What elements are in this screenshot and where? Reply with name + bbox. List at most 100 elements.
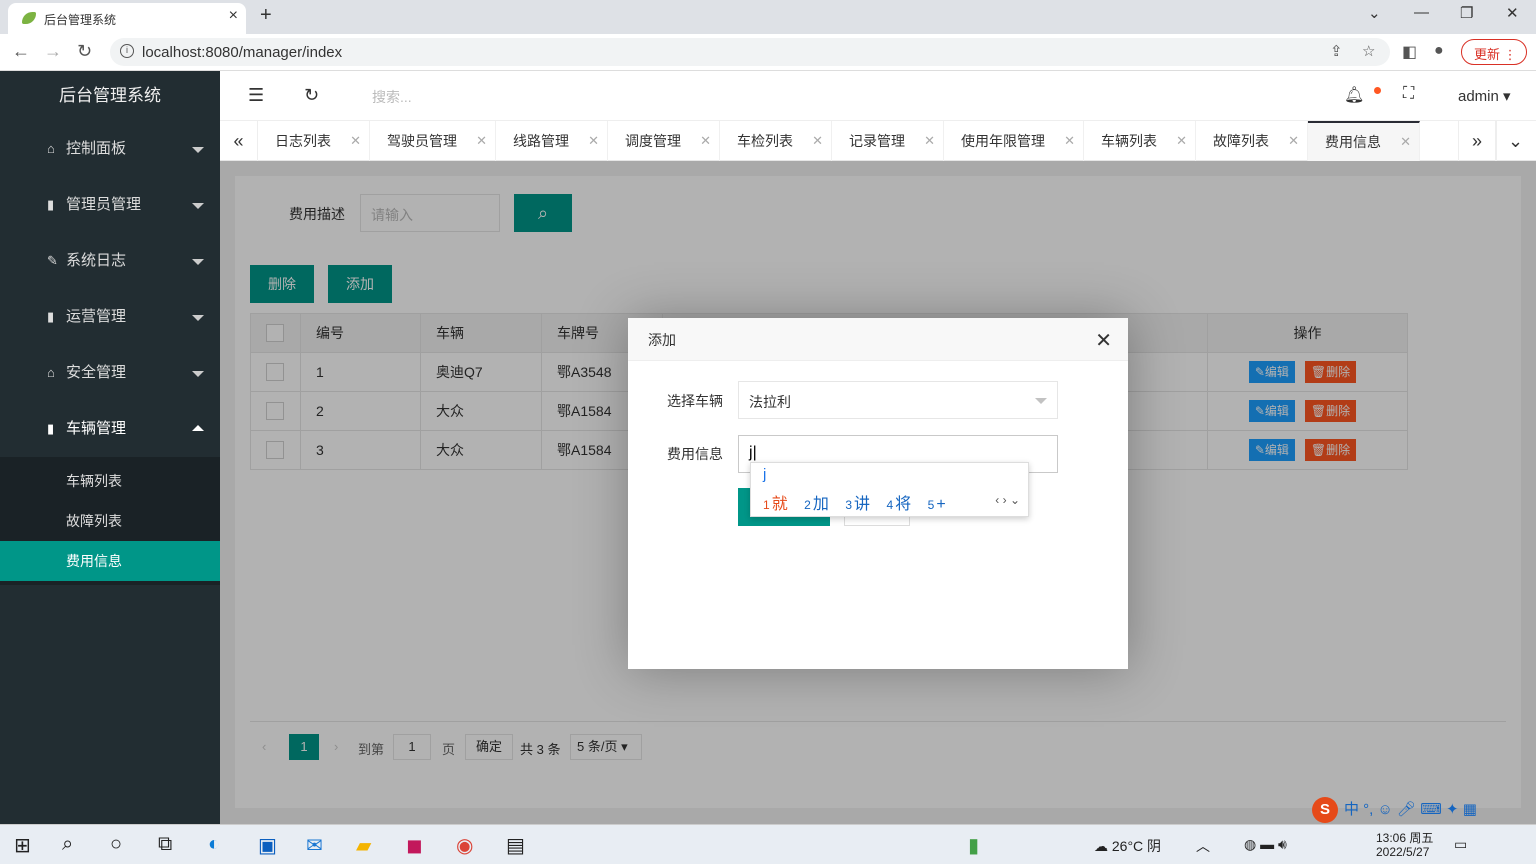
sidebar-item-operations[interactable]: ▮ 运营管理 — [0, 289, 220, 345]
close-icon[interactable]: ✕ — [350, 121, 361, 161]
notification-center-icon[interactable]: ▭ — [1454, 836, 1467, 853]
tray-expand-icon[interactable]: ︿ — [1196, 836, 1210, 856]
close-icon[interactable]: ✕ — [812, 121, 823, 161]
user-menu[interactable]: admin ▾ — [1458, 87, 1511, 105]
close-icon[interactable]: ✕ — [476, 121, 487, 161]
sidebar-item-security[interactable]: ⌂ 安全管理 — [0, 345, 220, 401]
tabs-scroll-left-icon[interactable]: « — [220, 121, 258, 161]
restore-icon[interactable]: ❐ — [1460, 4, 1473, 22]
reload-icon[interactable]: ↻ — [77, 41, 92, 62]
file-explorer-icon[interactable]: ▰ — [356, 833, 371, 858]
caret-down-icon — [192, 259, 204, 265]
tab-vehicle-list[interactable]: 车辆列表 ✕ — [1084, 121, 1196, 161]
back-icon[interactable]: ← — [12, 41, 30, 62]
close-icon[interactable]: ✕ — [1176, 121, 1187, 161]
vehicle-select[interactable]: 法拉利 — [738, 381, 1058, 419]
tab-routes[interactable]: 线路管理 ✕ — [496, 121, 608, 161]
store-icon[interactable]: ▣ — [258, 833, 277, 858]
refresh-icon[interactable]: ↻ — [304, 85, 319, 106]
search-icon[interactable]: ⌕ — [62, 833, 73, 856]
tabs-menu-icon[interactable]: ⌄ — [1496, 121, 1534, 161]
dialog-title: 添加 — [628, 318, 1128, 361]
bookmark-star-icon[interactable]: ☆ — [1362, 42, 1375, 60]
taskbar: ⊞ ⌕ ○ ⧉ ◐ ▣ ✉ ▰ ◼ ◉ ▤ ▮ ☁ 26°C 阴 ︿ ◍ ▬ 🔊… — [0, 824, 1536, 864]
close-icon[interactable]: ✕ — [588, 121, 599, 161]
fullscreen-icon[interactable]: ⛶ — [1403, 85, 1414, 103]
tray-icons[interactable]: ◍ ▬ 🔊︎ — [1244, 836, 1287, 853]
sidebar-item-logs[interactable]: ✎ 系统日志 — [0, 233, 220, 289]
sidebar-subitem-vehicle-list[interactable]: 车辆列表 — [0, 461, 220, 501]
caret-down-icon — [192, 147, 204, 153]
tab-dispatch[interactable]: 调度管理 ✕ — [608, 121, 720, 161]
intellij-icon[interactable]: ◼ — [406, 833, 423, 858]
tab-inspections[interactable]: 车检列表 ✕ — [720, 121, 832, 161]
share-icon[interactable]: ⇪ — [1330, 42, 1343, 60]
tab-log-list[interactable]: 日志列表 ✕ — [258, 121, 370, 161]
weather[interactable]: ☁ 26°C 阴 — [1094, 836, 1161, 856]
tab-label: 故障列表 — [1213, 133, 1269, 149]
browser-tab[interactable]: 后台管理系统 × — [8, 3, 246, 34]
dialog-close-icon[interactable]: ✕ — [1095, 328, 1112, 353]
sidebar-item-vehicles[interactable]: ▮ 车辆管理 — [0, 401, 220, 457]
sidebar-subitem-fee-info[interactable]: 费用信息 — [0, 541, 220, 581]
mail-icon[interactable]: ✉ — [306, 833, 323, 858]
address-bar-row: ← → ↻ i localhost:8080/manager/index ⇪ ☆… — [0, 34, 1536, 71]
windows-start-icon[interactable]: ⊞ — [14, 833, 31, 858]
tab-service-life[interactable]: 使用年限管理 ✕ — [944, 121, 1084, 161]
close-icon[interactable]: ✕ — [1288, 121, 1299, 161]
minimize-icon[interactable]: — — [1414, 4, 1429, 21]
book-icon: ▮ — [47, 309, 55, 324]
update-button[interactable]: 更新 ⋮ — [1461, 39, 1527, 65]
menu-toggle-icon[interactable]: ☰ — [248, 85, 264, 106]
close-icon[interactable]: ✕ — [700, 121, 711, 161]
ime-candidate[interactable]: 1就 — [763, 496, 788, 513]
close-icon[interactable]: ✕ — [1064, 121, 1075, 161]
sogou-logo-icon[interactable]: S — [1312, 797, 1338, 823]
update-label: 更新 — [1474, 47, 1501, 62]
ime-page-icons[interactable]: ‹ › ⌄ — [995, 493, 1020, 507]
tab-search-icon[interactable]: ⌄ — [1368, 4, 1381, 22]
tab-records[interactable]: 记录管理 ✕ — [832, 121, 944, 161]
ime-candidate[interactable]: 3讲 — [845, 496, 870, 513]
battery-app-icon[interactable]: ▮ — [968, 833, 979, 858]
chrome-icon[interactable]: ◉ — [456, 833, 473, 858]
tab-fault-list[interactable]: 故障列表 ✕ — [1196, 121, 1308, 161]
side-panel-icon[interactable]: ◧ — [1402, 42, 1417, 62]
bell-icon[interactable]: 🔔︎ — [1344, 85, 1364, 105]
ime-candidate[interactable]: 2加 — [804, 496, 829, 513]
sidebar-item-admins[interactable]: ▮ 管理员管理 — [0, 177, 220, 233]
profile-icon[interactable]: ● — [1434, 42, 1444, 60]
ime-pinyin: j — [763, 466, 767, 483]
terminal-icon[interactable]: ▤ — [506, 833, 525, 858]
tab-fee-info[interactable]: 费用信息 ✕ — [1308, 121, 1420, 161]
close-icon[interactable]: ✕ — [924, 121, 935, 161]
candidate-number: 4 — [886, 498, 894, 512]
sidebar-item-dashboard[interactable]: ⌂ 控制面板 — [0, 121, 220, 177]
forward-icon[interactable]: → — [44, 41, 62, 62]
url-field[interactable]: i localhost:8080/manager/index ⇪ ☆ — [110, 38, 1390, 66]
cortana-icon[interactable]: ○ — [110, 833, 122, 856]
edge-icon[interactable]: ◐ — [208, 833, 220, 856]
browser-tab-strip: 后台管理系统 × + ⌄ — ❐ ✕ — [0, 0, 1536, 34]
tab-drivers[interactable]: 驾驶员管理 ✕ — [370, 121, 496, 161]
site-info-icon[interactable]: i — [120, 44, 134, 58]
ime-mode[interactable]: 中 — [1344, 801, 1359, 818]
ime-candidate[interactable]: 4将 — [886, 496, 911, 513]
new-tab-icon[interactable]: + — [260, 4, 272, 27]
candidate-text: 加 — [812, 496, 829, 513]
sidebar-subitem-fault-list[interactable]: 故障列表 — [0, 501, 220, 541]
close-icon[interactable]: ✕ — [1400, 123, 1411, 161]
header-search-input[interactable]: 搜索... — [372, 87, 412, 107]
top-header: ☰ ↻ 搜索... 🔔︎ ⛶ admin ▾ — [220, 71, 1536, 121]
window-close-icon[interactable]: ✕ — [1506, 4, 1519, 22]
task-view-icon[interactable]: ⧉ — [158, 833, 172, 856]
close-tab-icon[interactable]: × — [229, 7, 238, 25]
clock-date[interactable]: 2022/5/27 — [1376, 845, 1429, 859]
sidebar-item-label: 安全管理 — [66, 364, 127, 381]
clock-time[interactable]: 13:06 周五 — [1376, 829, 1433, 846]
sidebar-item-label: 控制面板 — [66, 140, 127, 157]
caret-down-icon — [192, 203, 204, 209]
ime-candidate[interactable]: 5 + — [928, 496, 946, 513]
candidate-number: 2 — [804, 498, 811, 512]
tabs-scroll-right-icon[interactable]: » — [1458, 121, 1496, 161]
